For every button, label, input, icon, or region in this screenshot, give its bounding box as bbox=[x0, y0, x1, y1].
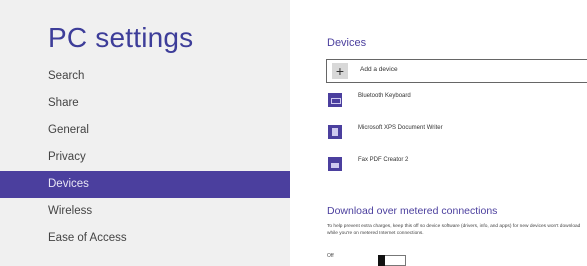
device-item-fax-pdf[interactable]: Fax PDF Creator 2 bbox=[328, 154, 587, 176]
device-item-keyboard[interactable]: Bluetooth Keyboard bbox=[328, 90, 587, 112]
nav-item-general[interactable]: General bbox=[0, 117, 290, 144]
device-name: Microsoft XPS Document Writer bbox=[358, 125, 443, 131]
metered-toggle-label: Off bbox=[327, 253, 334, 259]
toggle-thumb bbox=[378, 255, 385, 266]
metered-description: To help prevent extra charges, keep this… bbox=[327, 224, 581, 236]
device-name: Bluetooth Keyboard bbox=[358, 93, 411, 99]
device-item-xps-writer[interactable]: Microsoft XPS Document Writer bbox=[328, 122, 587, 144]
device-name: Fax PDF Creator 2 bbox=[358, 157, 409, 163]
plus-icon: + bbox=[332, 63, 348, 79]
keyboard-icon bbox=[328, 93, 342, 107]
nav-item-privacy[interactable]: Privacy bbox=[0, 144, 290, 171]
metered-section-title: Download over metered connections bbox=[327, 205, 498, 217]
metered-toggle[interactable] bbox=[378, 255, 406, 266]
printer-icon bbox=[328, 157, 342, 171]
add-device-button[interactable]: + Add a device bbox=[326, 59, 587, 83]
nav-item-ease-of-access[interactable]: Ease of Access bbox=[0, 225, 290, 252]
add-device-label: Add a device bbox=[360, 66, 398, 73]
document-icon bbox=[328, 125, 342, 139]
nav-item-devices[interactable]: Devices bbox=[0, 171, 290, 198]
devices-section-title: Devices bbox=[327, 37, 367, 49]
settings-sidebar: PC settings Search Share General Privacy… bbox=[0, 0, 290, 266]
devices-pane: Devices + Add a device Bluetooth Keyboar… bbox=[310, 0, 587, 266]
app-title: PC settings bbox=[48, 22, 194, 53]
nav-item-search[interactable]: Search bbox=[0, 63, 290, 90]
nav-item-share[interactable]: Share bbox=[0, 90, 290, 117]
settings-nav: Search Share General Privacy Devices Wir… bbox=[0, 63, 290, 252]
nav-item-wireless[interactable]: Wireless bbox=[0, 198, 290, 225]
